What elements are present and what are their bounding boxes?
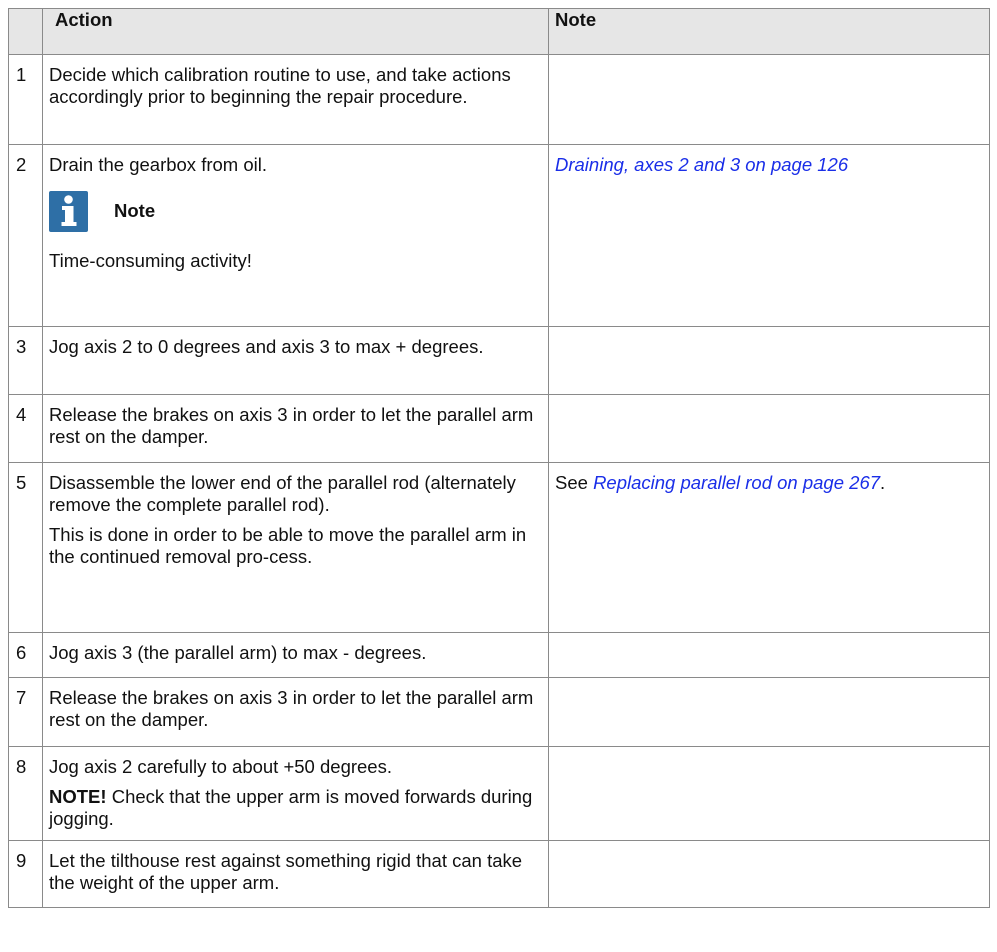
- step-note: See Replacing parallel rod on page 267.: [548, 462, 990, 633]
- step-number: 9: [8, 840, 43, 908]
- table-row: 2 Drain the gearbox from oil. Note Time-…: [8, 144, 990, 327]
- step-action: Jog axis 2 to 0 degrees and axis 3 to ma…: [42, 326, 549, 395]
- step-number: 6: [8, 632, 43, 678]
- table-row: 4 Release the brakes on axis 3 in order …: [8, 394, 990, 463]
- table-row: 7 Release the brakes on axis 3 in order …: [8, 677, 990, 747]
- step-number: 1: [8, 54, 43, 145]
- table-row: 6 Jog axis 3 (the parallel arm) to max -…: [8, 632, 990, 678]
- step-number: 2: [8, 144, 43, 327]
- step-action: Jog axis 3 (the parallel arm) to max - d…: [42, 632, 549, 678]
- step-note: [548, 54, 990, 145]
- step-note: [548, 840, 990, 908]
- step-action: Release the brakes on axis 3 in order to…: [42, 394, 549, 463]
- note-callout-title: Note: [114, 200, 156, 221]
- step-number: 5: [8, 462, 43, 633]
- step-number: 4: [8, 394, 43, 463]
- table-row: 1 Decide which calibration routine to us…: [8, 54, 990, 145]
- step-action: Release the brakes on axis 3 in order to…: [42, 677, 549, 747]
- note-callout-text: Time-consuming activity!: [49, 250, 252, 271]
- table-row: 3 Jog axis 2 to 0 degrees and axis 3 to …: [8, 326, 990, 395]
- step-note: [548, 326, 990, 395]
- note-label: NOTE!: [49, 786, 107, 807]
- table-row: 9 Let the tilthouse rest against somethi…: [8, 840, 990, 908]
- step-number: 3: [8, 326, 43, 395]
- table-header-row: Action Note: [8, 8, 990, 55]
- step-action: Decide which calibration routine to use,…: [42, 54, 549, 145]
- info-icon: [49, 190, 88, 232]
- header-note: Note: [548, 8, 990, 55]
- xref-parallel-rod-link[interactable]: Replacing parallel rod on page 267: [593, 472, 880, 493]
- procedure-table: Action Note 1 Decide which calibration r…: [8, 8, 990, 908]
- note-callout: Note: [49, 190, 542, 232]
- step-note: [548, 394, 990, 463]
- table-row: 5 Disassemble the lower end of the paral…: [8, 462, 990, 633]
- step-action: Disassemble the lower end of the paralle…: [42, 462, 549, 633]
- step-note: [548, 632, 990, 678]
- step-action: Let the tilthouse rest against something…: [42, 840, 549, 908]
- step-note: [548, 677, 990, 747]
- xref-draining-link[interactable]: Draining, axes 2 and 3 on page 126: [555, 154, 848, 175]
- table-row: 8 Jog axis 2 carefully to about +50 degr…: [8, 746, 990, 841]
- step-number: 7: [8, 677, 43, 747]
- step-number: 8: [8, 746, 43, 841]
- header-action: Action: [42, 8, 549, 55]
- step-note: [548, 746, 990, 841]
- step-action: Drain the gearbox from oil. Note Time-co…: [42, 144, 549, 327]
- step-note: Draining, axes 2 and 3 on page 126: [548, 144, 990, 327]
- header-step: [8, 8, 43, 55]
- step-action: Jog axis 2 carefully to about +50 degree…: [42, 746, 549, 841]
